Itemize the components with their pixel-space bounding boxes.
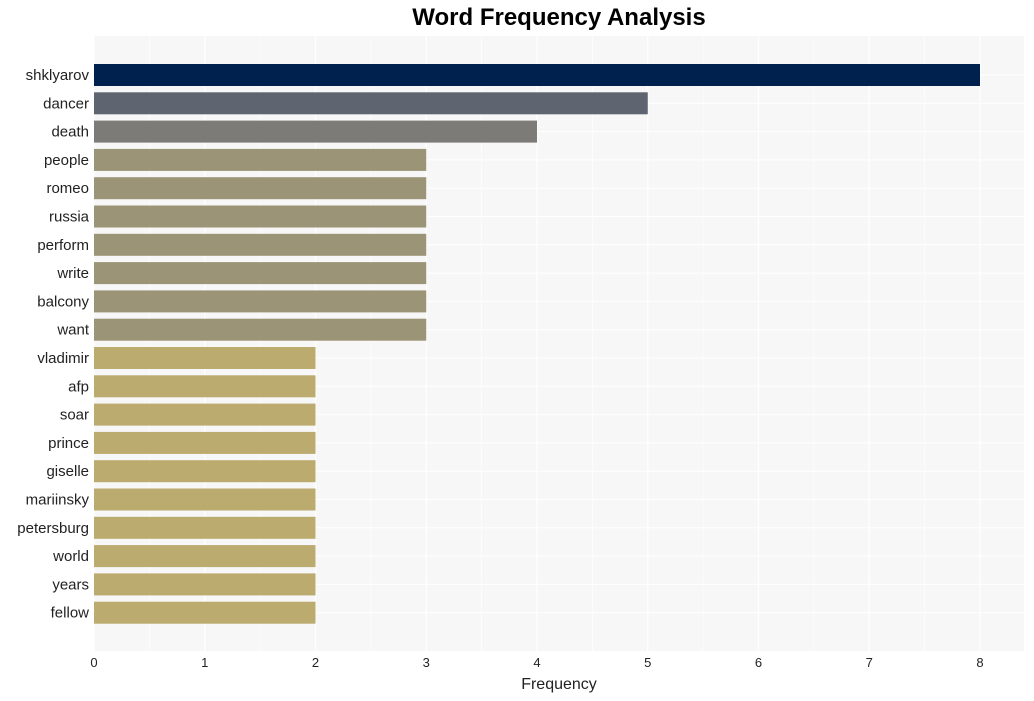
bar-romeo	[94, 177, 427, 200]
bar-chart: shklyarov dancer death people romeo russia per…	[17, 36, 1024, 693]
x-tick-label: 1	[201, 655, 208, 670]
bar-dancer	[94, 92, 648, 115]
category-label: years	[52, 576, 89, 593]
bar-giselle	[94, 460, 316, 483]
bar-petersburg	[94, 516, 316, 539]
category-label: dancer	[43, 95, 89, 112]
x-tick-label: 3	[423, 655, 430, 670]
category-label: russia	[49, 209, 90, 226]
category-label: mariinsky	[26, 492, 90, 509]
bar-world	[94, 545, 316, 568]
bar-write	[94, 262, 427, 285]
x-tick-label: 5	[644, 655, 651, 670]
bar-want	[94, 318, 427, 341]
x-tick-label: 4	[533, 655, 540, 670]
category-label: fellow	[51, 605, 90, 622]
category-label: petersburg	[17, 520, 89, 537]
category-label: afp	[68, 378, 89, 395]
category-label: soar	[60, 407, 89, 424]
x-tick-label: 0	[90, 655, 97, 670]
category-labels: shklyarov dancer death people romeo russia per…	[17, 67, 90, 622]
bar-balcony	[94, 290, 427, 313]
x-tick-label: 6	[755, 655, 762, 670]
category-label: romeo	[46, 180, 89, 197]
bar-prince	[94, 431, 316, 454]
bar-afp	[94, 375, 316, 398]
x-tick-label: 2	[312, 655, 319, 670]
x-tick-label: 7	[866, 655, 873, 670]
category-label: vladimir	[37, 350, 89, 367]
category-label: people	[44, 152, 89, 169]
category-label: want	[56, 322, 90, 339]
category-label: prince	[48, 435, 89, 452]
category-label: shklyarov	[26, 67, 90, 84]
x-tick-labels: 0 1 2 3 4 5 6 7 8	[90, 655, 983, 670]
bar-perform	[94, 233, 427, 256]
bar-russia	[94, 205, 427, 228]
category-label: giselle	[46, 463, 89, 480]
bar-years	[94, 573, 316, 596]
x-tick-label: 8	[976, 655, 983, 670]
category-label: world	[52, 548, 89, 565]
x-axis-title: Frequency	[521, 676, 597, 693]
bar-fellow	[94, 601, 316, 624]
bar-shklyarov	[94, 64, 980, 86]
category-label: perform	[37, 237, 89, 254]
category-label: write	[56, 265, 89, 282]
bar-vladimir	[94, 347, 316, 369]
bar-people	[94, 148, 427, 171]
bar-death	[94, 120, 537, 143]
bar-mariinsky	[94, 488, 316, 511]
bar-soar	[94, 403, 316, 426]
category-label: balcony	[37, 293, 89, 310]
category-label: death	[51, 124, 89, 141]
